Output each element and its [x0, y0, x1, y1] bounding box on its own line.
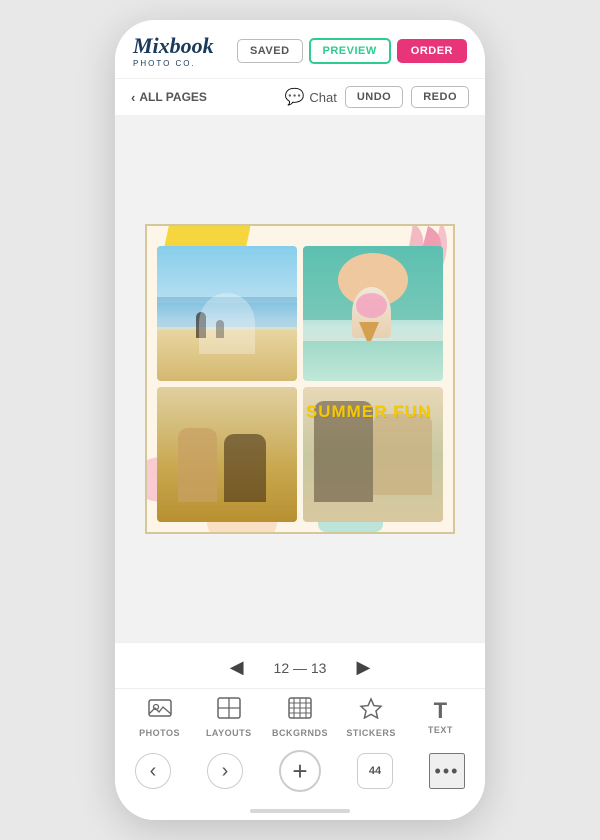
- photos-label: PHOTOS: [139, 728, 180, 738]
- forward-icon: ›: [222, 760, 229, 783]
- forward-button[interactable]: ›: [207, 753, 243, 789]
- next-page-button[interactable]: ▶: [348, 655, 378, 680]
- chat-icon: 💬: [284, 87, 304, 107]
- pages-count-button[interactable]: 44: [357, 753, 393, 789]
- action-bar: ‹ › + 44 •••: [115, 742, 485, 802]
- photos-icon: [148, 697, 172, 725]
- photo-girls-beach[interactable]: [157, 387, 297, 522]
- add-button[interactable]: +: [279, 750, 321, 792]
- logo-area: Mixbook PHOTO CO.: [133, 34, 214, 68]
- stickers-icon: [359, 697, 383, 725]
- pages-count-label: 44: [369, 765, 381, 777]
- saved-button[interactable]: SAVED: [237, 39, 303, 63]
- plus-icon: +: [292, 756, 307, 787]
- chat-label: Chat: [309, 90, 336, 105]
- tool-backgrounds[interactable]: BCKGRNDS: [272, 697, 328, 738]
- photo-grid: [157, 246, 443, 522]
- all-pages-button[interactable]: ‹ ALL PAGES: [131, 90, 207, 105]
- page-canvas[interactable]: SUMMER FUN: [145, 224, 455, 534]
- home-bar: [250, 809, 350, 813]
- text-icon: T: [434, 700, 447, 722]
- layouts-label: LAYOUTS: [206, 728, 252, 738]
- preview-button[interactable]: PREVIEW: [309, 38, 391, 64]
- photo-kids[interactable]: [303, 387, 443, 522]
- photo-beach-family[interactable]: [157, 246, 297, 381]
- pagination-bar: ◀ 12 — 13 ▶: [115, 642, 485, 688]
- prev-page-button[interactable]: ◀: [222, 655, 252, 680]
- stickers-label: STICKERS: [346, 728, 396, 738]
- top-actions: SAVED PREVIEW ORDER: [237, 38, 467, 64]
- more-icon: •••: [435, 761, 460, 782]
- tool-photos[interactable]: PHOTOS: [134, 697, 186, 738]
- phone-frame: Mixbook PHOTO CO. SAVED PREVIEW ORDER ‹ …: [115, 20, 485, 820]
- more-button[interactable]: •••: [429, 753, 465, 789]
- second-bar: ‹ ALL PAGES 💬 Chat UNDO REDO: [115, 79, 485, 116]
- photo-icecream[interactable]: [303, 246, 443, 381]
- chevron-left-icon: ‹: [131, 90, 135, 105]
- text-label: TEXT: [428, 725, 453, 735]
- layouts-icon: [217, 697, 241, 725]
- home-indicator: [115, 802, 485, 820]
- page-range: 12 — 13: [274, 660, 327, 676]
- all-pages-label: ALL PAGES: [139, 90, 207, 104]
- logo-sub: PHOTO CO.: [133, 59, 214, 68]
- tool-stickers[interactable]: STICKERS: [345, 697, 397, 738]
- second-bar-right: 💬 Chat UNDO REDO: [284, 86, 469, 108]
- chat-button[interactable]: 💬 Chat: [284, 87, 336, 107]
- order-button[interactable]: ORDER: [397, 39, 467, 63]
- logo-text: Mixbook: [133, 34, 214, 58]
- back-icon: ‹: [150, 760, 157, 783]
- back-button[interactable]: ‹: [135, 753, 171, 789]
- backgrounds-icon: [288, 697, 312, 725]
- backgrounds-label: BCKGRNDS: [272, 728, 328, 738]
- undo-button[interactable]: UNDO: [345, 86, 403, 108]
- tool-text[interactable]: T TEXT: [414, 700, 466, 735]
- canvas-area: SUMMER FUN: [115, 116, 485, 642]
- bottom-toolbar: PHOTOS LAYOUTS BCKGRNDS STICKERS T TEXT: [115, 688, 485, 742]
- redo-button[interactable]: REDO: [411, 86, 469, 108]
- tool-layouts[interactable]: LAYOUTS: [203, 697, 255, 738]
- top-bar: Mixbook PHOTO CO. SAVED PREVIEW ORDER: [115, 20, 485, 79]
